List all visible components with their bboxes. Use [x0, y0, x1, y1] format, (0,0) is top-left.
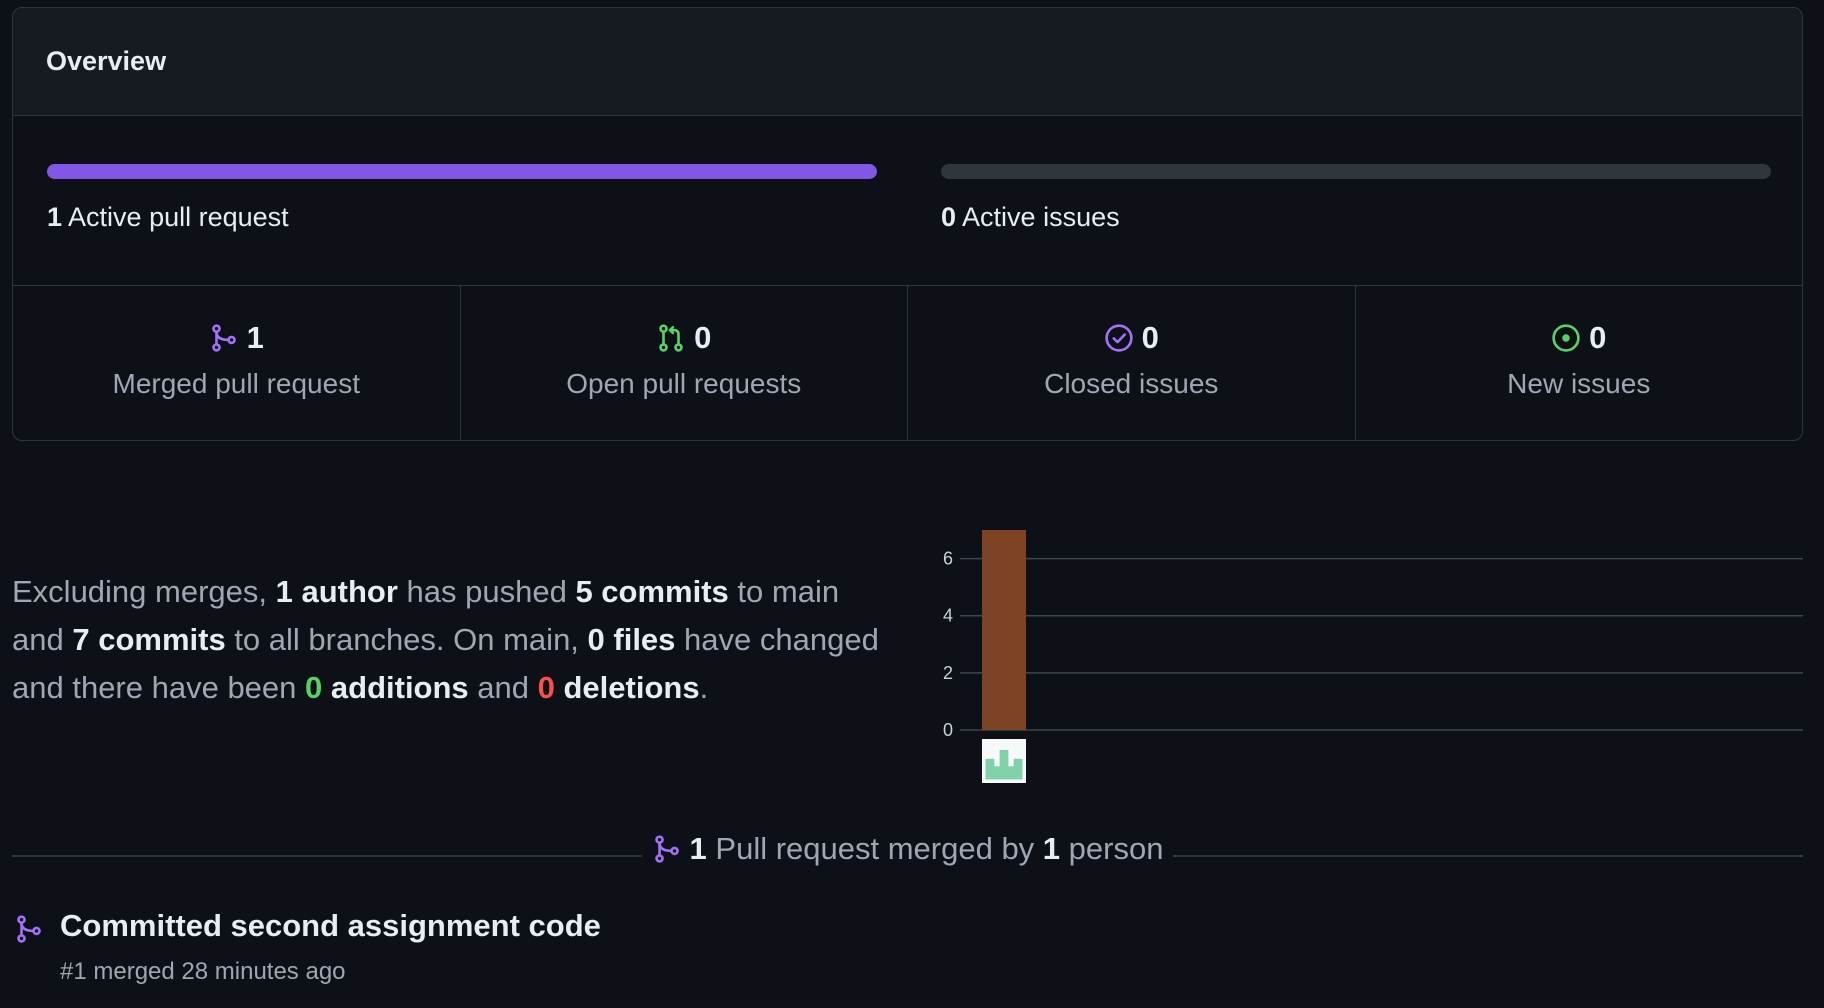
merged-pr-heading: 1 Pull request merged by 1 person [641, 831, 1174, 867]
commit-activity-chart: 0 2 4 6 [930, 520, 1810, 790]
commits-all-count: 7 commits [72, 622, 226, 657]
merge-icon [652, 834, 682, 864]
merged-people-count: 1 [1042, 831, 1061, 866]
merged-text-end: person [1060, 831, 1164, 866]
issue-closed-icon [1104, 323, 1134, 353]
commit-summary: Excluding merges, 1 author has pushed 5 … [12, 568, 892, 712]
additions-label: additions [322, 670, 469, 705]
closed-issues-label: Closed issues [1044, 368, 1219, 399]
commit-bar[interactable] [982, 530, 1026, 730]
author-avatar[interactable] [982, 739, 1026, 783]
y-tick-label: 4 [943, 606, 953, 626]
pr-title-link[interactable]: Committed second assignment code [60, 908, 601, 944]
author-count: 1 author [275, 574, 398, 609]
merge-icon [209, 323, 239, 353]
active-pr-label[interactable]: 1 Active pull request [47, 202, 877, 233]
summary-text: . [699, 670, 709, 705]
stat-merged-prs[interactable]: 1 Merged pull request [13, 286, 461, 440]
merged-text: Pull request merged by [706, 831, 1043, 866]
issue-open-icon [1551, 323, 1581, 353]
new-issues-count: 0 [1589, 320, 1607, 355]
additions-count: 0 [305, 670, 323, 705]
y-tick-label: 2 [943, 663, 953, 683]
active-issues-label[interactable]: 0 Active issues [941, 202, 1771, 233]
files-count: 0 files [587, 622, 676, 657]
summary-text: to all branches. On main, [225, 622, 588, 657]
overview-title: Overview [46, 46, 167, 76]
open-pr-count: 0 [694, 320, 712, 355]
deletions-label: deletions [554, 670, 700, 705]
deletions-count: 0 [537, 670, 555, 705]
overview-header: Overview [13, 8, 1802, 116]
merged-pr-count: 1 [246, 320, 264, 355]
active-pr-count: 1 [47, 202, 63, 232]
merged-count: 1 [689, 831, 707, 866]
active-issues-count: 0 [941, 202, 957, 232]
active-issues-text: Active issues [962, 202, 1120, 232]
stat-open-prs[interactable]: 0 Open pull requests [461, 286, 908, 440]
overview-panel: Overview 1 Active pull request 0 Active … [12, 7, 1803, 441]
new-issues-label: New issues [1507, 368, 1651, 399]
summary-text: has pushed [397, 574, 576, 609]
overview-stats: 1 Merged pull request 0 Open pull reques… [13, 286, 1802, 440]
stat-closed-issues[interactable]: 0 Closed issues [908, 286, 1356, 440]
merged-pr-divider: 1 Pull request merged by 1 person [12, 823, 1803, 893]
pr-meta: #1 merged 28 minutes ago [60, 958, 346, 985]
y-tick-label: 0 [943, 720, 953, 740]
summary-text: Excluding merges, [12, 574, 276, 609]
commits-main-count: 5 commits [575, 574, 729, 609]
y-tick-label: 6 [943, 549, 953, 569]
active-pr-summary[interactable]: 1 Active pull request [47, 164, 877, 233]
merge-icon [14, 914, 44, 944]
summary-text: and [468, 670, 538, 705]
open-pr-label: Open pull requests [566, 368, 802, 399]
pulse-page: Overview 1 Active pull request 0 Active … [0, 0, 1824, 1008]
commit-chart-svg: 0 2 4 6 [943, 530, 1803, 783]
active-issues-summary[interactable]: 0 Active issues [941, 164, 1771, 233]
closed-issues-count: 0 [1141, 320, 1159, 355]
active-pr-text: Active pull request [68, 202, 289, 232]
activity-bars: 1 Active pull request 0 Active issues [13, 116, 1802, 286]
active-pr-progress-bar [47, 164, 877, 179]
active-issues-progress-bar [941, 164, 1771, 179]
stat-new-issues[interactable]: 0 New issues [1356, 286, 1803, 440]
pull-request-icon [656, 323, 686, 353]
active-pr-progress-fill [47, 164, 877, 179]
merged-pr-label: Merged pull request [112, 368, 360, 399]
